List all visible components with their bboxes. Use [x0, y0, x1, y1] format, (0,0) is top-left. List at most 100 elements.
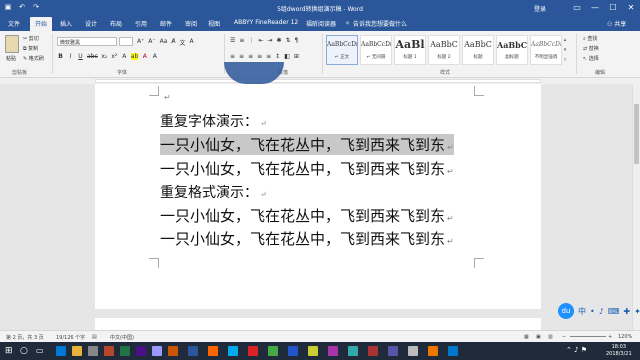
style-subtle-emphasis[interactable]: AaBbCcDı 不明显强调: [530, 35, 562, 65]
app-icon[interactable]: [168, 346, 178, 356]
powerpoint-icon[interactable]: [104, 346, 114, 356]
read-mode-icon[interactable]: ▦: [524, 334, 529, 340]
show-marks-icon[interactable]: ¶: [295, 37, 299, 44]
grow-font-icon[interactable]: A⁺: [137, 38, 144, 47]
search-icon[interactable]: ○: [20, 346, 28, 356]
app-icon[interactable]: [348, 346, 358, 356]
more-icon[interactable]: ▿: [561, 55, 569, 65]
text-effects-icon[interactable]: A: [121, 53, 128, 60]
strikethrough-button[interactable]: abc: [87, 53, 98, 60]
bold-button[interactable]: B: [57, 53, 64, 60]
ime-mode-icon[interactable]: 中: [578, 306, 586, 317]
tab-insert[interactable]: 插入: [60, 19, 72, 28]
tab-references[interactable]: 引用: [135, 19, 147, 28]
app-icon[interactable]: [448, 346, 458, 356]
login-link[interactable]: 登录: [534, 4, 546, 13]
ime-skin-icon[interactable]: ✦: [634, 307, 640, 316]
explorer-icon[interactable]: [72, 346, 82, 356]
tab-foxit[interactable]: 福昕阅读器: [306, 19, 336, 28]
increase-indent-icon[interactable]: ⇥: [267, 37, 272, 44]
font-color-icon[interactable]: A: [141, 53, 148, 60]
web-layout-icon[interactable]: ▥: [548, 334, 553, 340]
char-border-icon[interactable]: A: [189, 38, 193, 47]
edge-icon[interactable]: [56, 346, 66, 356]
share-button[interactable]: ⚇ 共享: [607, 19, 626, 28]
app-icon[interactable]: [328, 346, 338, 356]
highlight-color-icon[interactable]: ab: [130, 53, 139, 60]
photoshop-icon[interactable]: [136, 346, 146, 356]
subscript-button[interactable]: x₂: [101, 53, 108, 60]
borders-icon[interactable]: ⊞: [294, 53, 299, 60]
tab-design[interactable]: 设计: [85, 19, 97, 28]
next-page[interactable]: [95, 318, 541, 330]
tab-review[interactable]: 审阅: [185, 19, 197, 28]
font-size-select[interactable]: [119, 37, 133, 46]
align-right-icon[interactable]: ≡: [248, 53, 253, 60]
doc-paragraph[interactable]: 一只小仙女，飞在花丛中，飞到西来飞到东 ↵: [160, 228, 454, 249]
bullets-icon[interactable]: ☰: [230, 37, 235, 44]
font-name-select[interactable]: 微软雅黑: [57, 37, 117, 46]
cut-button[interactable]: ✂ 剪切: [23, 35, 39, 42]
tab-layout[interactable]: 布局: [110, 19, 122, 28]
justify-icon[interactable]: ≡: [257, 53, 262, 60]
ribbon-display-icon[interactable]: ▭: [568, 0, 586, 16]
chevron-up-icon[interactable]: ▴: [561, 35, 569, 45]
tab-abbyy[interactable]: ABBYY FineReader 12: [234, 19, 298, 26]
distributed-icon[interactable]: ≡: [266, 53, 271, 60]
zoom-level[interactable]: 120%: [618, 334, 632, 340]
select-button[interactable]: ↖ 选择: [583, 55, 599, 62]
scrollbar-thumb[interactable]: [634, 104, 639, 164]
app-icon[interactable]: [308, 346, 318, 356]
char-shading-icon[interactable]: A: [151, 53, 158, 60]
word-count[interactable]: 19/126 个字: [56, 334, 85, 341]
ime-toolbar[interactable]: du 中 • ♪ ⌨ ✚ ✦: [558, 303, 640, 319]
ime-logo[interactable]: du: [558, 303, 574, 319]
style-normal[interactable]: AaBbCcDı ↵ 正文: [326, 35, 358, 65]
paste-button[interactable]: [5, 35, 19, 53]
style-title[interactable]: AaBbC 标题: [462, 35, 494, 65]
app-icon[interactable]: [228, 346, 238, 356]
keyboard-icon[interactable]: ⌨: [608, 307, 620, 316]
app-icon[interactable]: [428, 346, 438, 356]
tab-mailings[interactable]: 邮件: [160, 19, 172, 28]
maximize-icon[interactable]: ☐: [604, 0, 622, 16]
numbering-icon[interactable]: ≡: [239, 37, 244, 44]
replace-button[interactable]: ⇄ 替换: [583, 45, 599, 52]
doc-paragraph[interactable]: 一只小仙女，飞在花丛中，飞到西来飞到东 ↵: [160, 158, 454, 179]
tab-home[interactable]: 开始: [30, 17, 53, 31]
align-left-icon[interactable]: ≡: [230, 53, 235, 60]
windows-start-icon[interactable]: ⊞: [5, 346, 13, 356]
style-no-spacing[interactable]: AaBbCcDı ↵ 无间隔: [360, 35, 392, 65]
zoom-slider[interactable]: [570, 336, 606, 337]
copy-button[interactable]: ⧉ 复制: [23, 45, 38, 52]
language-indicator[interactable]: 中文(中国): [110, 334, 134, 341]
line-spacing-icon[interactable]: ↕: [275, 53, 280, 60]
vertical-scrollbar[interactable]: [632, 84, 640, 330]
find-button[interactable]: ⌕ 查找: [583, 35, 599, 42]
shading-icon[interactable]: ◧: [284, 53, 290, 60]
format-painter-button[interactable]: ✎ 格式刷: [23, 55, 44, 62]
chinese-layout-icon[interactable]: ✱: [276, 37, 281, 44]
tell-me-box[interactable]: ✧ 告诉我您想要做什么: [345, 19, 407, 28]
app-icon[interactable]: [208, 346, 218, 356]
proofing-icon[interactable]: ▤: [92, 334, 97, 340]
app-icon[interactable]: [288, 346, 298, 356]
minimize-icon[interactable]: —: [586, 0, 604, 16]
ime-sound-icon[interactable]: ♪: [599, 307, 604, 316]
doc-paragraph[interactable]: 一只小仙女，飞在花丛中，飞到西来飞到东 ↵: [160, 205, 454, 226]
tray-icons[interactable]: ⌃ ♪ ⚑: [566, 346, 587, 354]
sort-icon[interactable]: ⇅: [286, 37, 291, 44]
styles-gallery-scroll[interactable]: ▴ ▾ ▿: [561, 35, 569, 65]
task-view-icon[interactable]: ▭: [36, 346, 44, 355]
decrease-indent-icon[interactable]: ⇤: [258, 37, 263, 44]
underline-button[interactable]: U: [77, 53, 84, 60]
app-icon[interactable]: [152, 346, 162, 356]
zoom-out-icon[interactable]: −: [562, 334, 566, 340]
zoom-in-icon[interactable]: +: [608, 334, 612, 340]
align-center-icon[interactable]: ≡: [239, 53, 244, 60]
clock[interactable]: 18:03 2018/3/21: [606, 344, 632, 358]
phonetic-icon[interactable]: 文: [179, 38, 185, 47]
tab-file[interactable]: 文件: [8, 19, 20, 28]
clear-format-icon[interactable]: A̸: [171, 38, 175, 47]
multilevel-list-icon[interactable]: ⋮: [248, 37, 254, 44]
